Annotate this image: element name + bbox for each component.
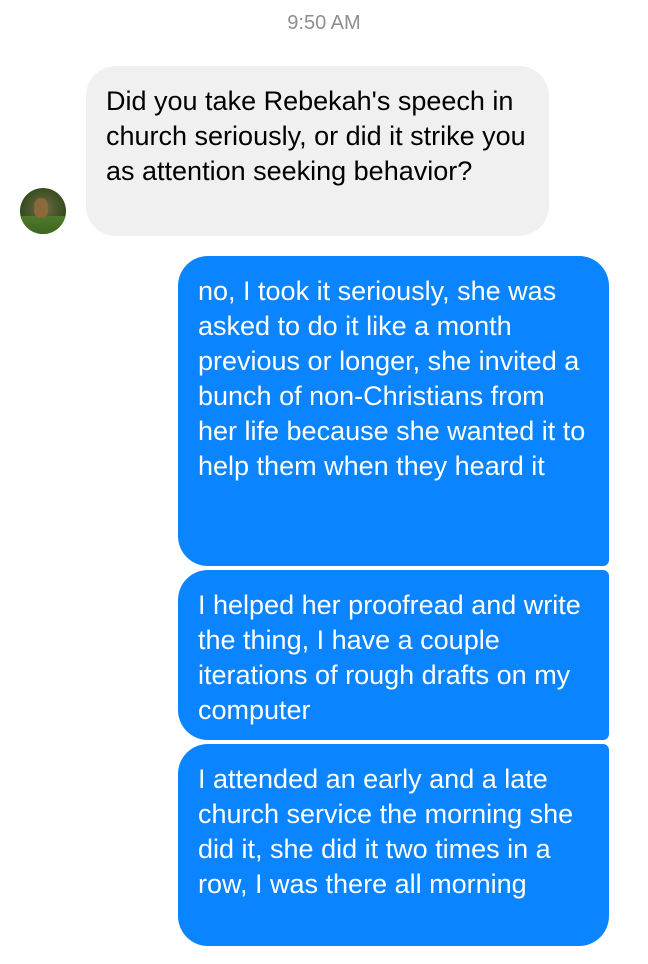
contact-avatar[interactable] [20,188,66,234]
incoming-message-bubble[interactable]: Did you take Rebekah's speech in church … [86,66,549,236]
message-timestamp: 9:50 AM [287,12,361,34]
avatar-fawn [34,198,48,218]
outgoing-message-bubble[interactable]: no, I took it seriously, she was asked t… [178,256,609,566]
outgoing-message-bubble[interactable]: I attended an early and a late church se… [178,744,609,946]
avatar-grass [20,216,66,234]
outgoing-message-bubble[interactable]: I helped her proofread and write the thi… [178,570,609,740]
conversation-view: 9:50 AM Did you take Rebekah's speech in… [0,0,648,964]
